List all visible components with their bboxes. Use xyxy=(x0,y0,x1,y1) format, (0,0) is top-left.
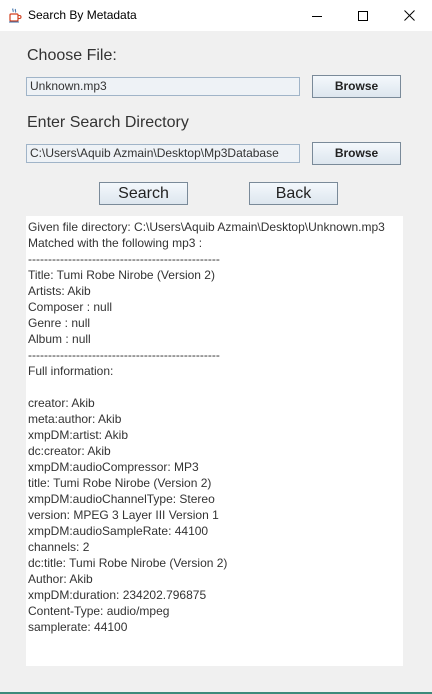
close-button[interactable] xyxy=(386,0,432,31)
result-line: title: Tumi Robe Nirobe (Version 2) xyxy=(28,476,212,490)
browse-directory-button[interactable]: Browse xyxy=(312,142,401,165)
result-line: xmpDM:duration: 234202.796875 xyxy=(28,588,207,602)
back-button[interactable]: Back xyxy=(249,182,338,205)
window-title: Search By Metadata xyxy=(28,8,137,22)
browse-file-button[interactable]: Browse xyxy=(312,75,401,98)
result-line: Composer : null xyxy=(28,300,113,314)
result-line: creator: Akib xyxy=(28,396,95,410)
result-line: ----------------------------------------… xyxy=(28,252,220,266)
minimize-button[interactable] xyxy=(294,0,340,31)
result-line: ----------------------------------------… xyxy=(28,348,220,362)
choose-file-label: Choose File: xyxy=(27,47,117,64)
result-line: dc:creator: Akib xyxy=(28,444,111,458)
result-line: xmpDM:audioChannelType: Stereo xyxy=(28,492,215,506)
java-coffee-cup-icon xyxy=(7,7,23,23)
search-button[interactable]: Search xyxy=(99,182,188,205)
result-line: version: MPEG 3 Layer III Version 1 xyxy=(28,508,219,522)
result-line: dc:title: Tumi Robe Nirobe (Version 2) xyxy=(28,556,228,570)
result-line: Artists: Akib xyxy=(28,284,91,298)
result-line: xmpDM:artist: Akib xyxy=(28,428,129,442)
result-line: Given file directory: C:\Users\Aquib Azm… xyxy=(28,220,385,234)
search-directory-label: Enter Search Directory xyxy=(27,114,189,131)
result-line: Album : null xyxy=(28,332,91,346)
results-text-area[interactable]: Given file directory: C:\Users\Aquib Azm… xyxy=(26,216,403,666)
file-path-field[interactable]: Unknown.mp3 xyxy=(26,77,300,96)
result-line: channels: 2 xyxy=(28,540,90,554)
result-line xyxy=(28,379,403,395)
result-line: Content-Type: audio/mpeg xyxy=(28,604,170,618)
search-directory-field[interactable]: C:\Users\Aquib Azmain\Desktop\Mp3Databas… xyxy=(26,144,300,163)
title-bar[interactable]: Search By Metadata xyxy=(0,0,432,31)
result-line: Author: Akib xyxy=(28,572,93,586)
close-icon xyxy=(403,10,415,21)
result-line: xmpDM:audioCompressor: MP3 xyxy=(28,460,199,474)
result-line: Matched with the following mp3 : xyxy=(28,236,203,250)
maximize-icon xyxy=(358,10,368,21)
result-line: Genre : null xyxy=(28,316,91,330)
result-line: xmpDM:audioSampleRate: 44100 xyxy=(28,524,209,538)
result-line: meta:author: Akib xyxy=(28,412,122,426)
result-line: Full information: xyxy=(28,364,114,378)
result-line: Title: Tumi Robe Nirobe (Version 2) xyxy=(28,268,215,282)
maximize-button[interactable] xyxy=(340,0,386,31)
minimize-icon xyxy=(312,15,322,17)
result-line: samplerate: 44100 xyxy=(28,620,128,634)
